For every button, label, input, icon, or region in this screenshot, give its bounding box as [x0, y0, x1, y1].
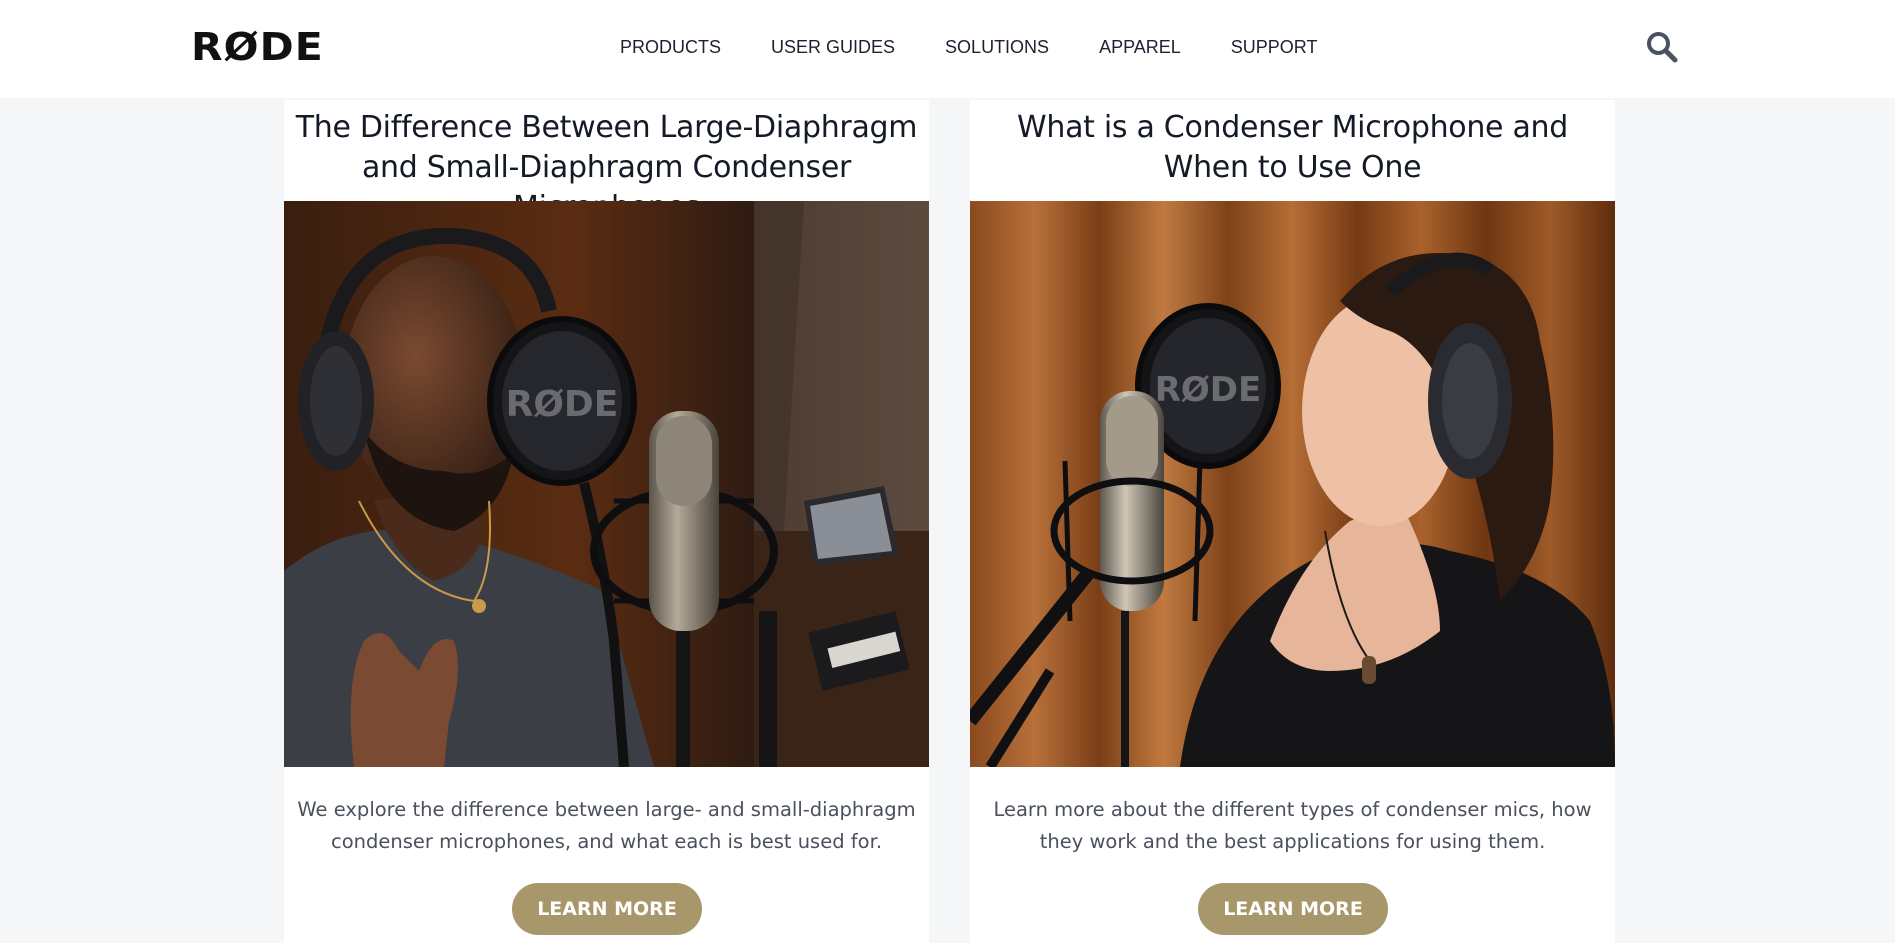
nav-item-support[interactable]: SUPPORT [1231, 36, 1318, 58]
rode-logo[interactable]: RØDE [191, 27, 324, 67]
learn-more-button[interactable]: LEARN MORE [1198, 883, 1388, 935]
card-image-man-singing[interactable]: RØDE [284, 201, 929, 767]
nav-item-apparel[interactable]: APPAREL [1099, 36, 1181, 58]
learn-more-button[interactable]: LEARN MORE [512, 883, 702, 935]
svg-text:RØDE: RØDE [1155, 370, 1262, 410]
nav-item-solutions[interactable]: SOLUTIONS [945, 36, 1049, 58]
card-description: We explore the difference between large-… [297, 798, 916, 853]
main-nav: PRODUCTS USER GUIDES SOLUTIONS APPAREL S… [620, 36, 1367, 58]
card-description: Learn more about the different types of … [993, 798, 1592, 853]
search-icon[interactable] [1645, 30, 1679, 64]
article-card-condenser: What is a Condenser Microphone and When … [970, 100, 1615, 943]
article-card-diaphragm: The Difference Between Large-Diaphragm a… [284, 100, 929, 943]
card-title[interactable]: What is a Condenser Microphone and When … [970, 108, 1615, 188]
nav-item-user-guides[interactable]: USER GUIDES [771, 36, 895, 58]
nav-item-products[interactable]: PRODUCTS [620, 36, 721, 58]
svg-text:RØDE: RØDE [506, 384, 619, 425]
card-image-woman-singing[interactable]: RØDE [970, 201, 1615, 767]
top-navigation-bar: RØDE PRODUCTS USER GUIDES SOLUTIONS APPA… [0, 0, 1895, 98]
